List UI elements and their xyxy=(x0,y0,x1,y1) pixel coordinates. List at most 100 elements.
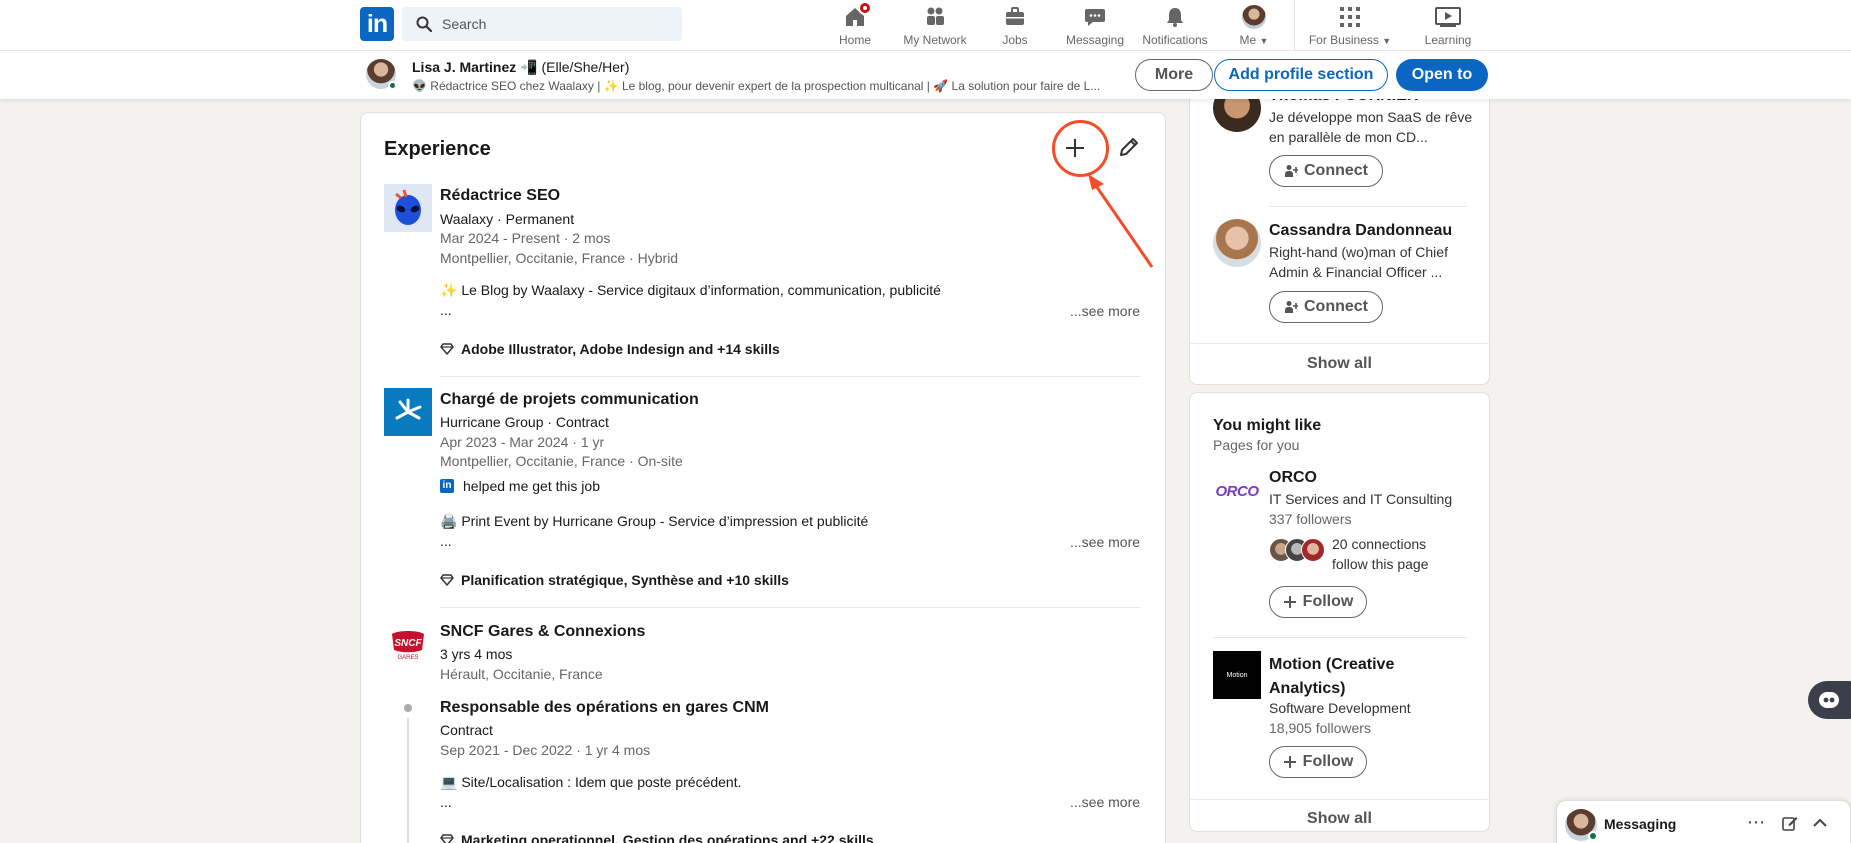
see-more-link[interactable]: ...see more xyxy=(1070,534,1140,550)
jobs-icon xyxy=(1002,4,1028,30)
company-title[interactable]: SNCF Gares & Connexions xyxy=(440,623,645,641)
learning-icon xyxy=(1435,4,1461,30)
diamond-icon xyxy=(440,343,454,355)
bot-icon xyxy=(1819,692,1839,708)
page-industry: IT Services and IT Consulting xyxy=(1269,491,1453,507)
me-avatar xyxy=(1241,4,1267,30)
follow-button[interactable]: Follow xyxy=(1269,586,1367,618)
edit-experience-button[interactable] xyxy=(1117,135,1143,161)
home-icon xyxy=(842,1,872,30)
nav-me-label: Me ▼ xyxy=(1239,33,1269,47)
job-dates: Apr 2023 - Mar 2024 · 1 yr xyxy=(440,434,605,450)
person-headline: Right-hand (wo)man of Chief Admin & Fina… xyxy=(1269,244,1448,280)
job-title[interactable]: Rédactrice SEO xyxy=(440,187,560,205)
connect-button[interactable]: Connect xyxy=(1269,291,1383,323)
separator xyxy=(1269,206,1467,207)
nav-messaging[interactable]: Messaging xyxy=(1063,4,1127,48)
caret-down-icon: ▼ xyxy=(1259,36,1269,46)
nav-learning-label: Learning xyxy=(1424,33,1472,47)
job-description-ellipsis: ... xyxy=(440,533,452,549)
role-title[interactable]: Responsable des opérations en gares CNM xyxy=(440,699,769,717)
separator xyxy=(1189,799,1490,800)
follow-button[interactable]: Follow xyxy=(1269,746,1367,778)
compose-icon[interactable] xyxy=(1781,814,1799,837)
top-nav: in Home My Network Jobs Messaging xyxy=(0,0,1851,51)
annotation-arrow-icon xyxy=(1088,174,1154,268)
bell-icon xyxy=(1162,4,1188,30)
more-button[interactable]: More xyxy=(1135,59,1213,91)
timeline-dot xyxy=(404,704,412,712)
page-industry: Software Development xyxy=(1269,700,1411,716)
diamond-icon xyxy=(440,834,454,843)
person-avatar[interactable] xyxy=(1213,219,1261,267)
see-more-link[interactable]: ...see more xyxy=(1070,303,1140,319)
job-description: 🖨️ Print Event by Hurricane Group - Serv… xyxy=(440,513,869,529)
hurricane-group-logo[interactable] xyxy=(384,388,432,436)
connection-avatars xyxy=(1269,538,1329,562)
job-dates: Mar 2024 - Present · 2 mos xyxy=(440,230,611,246)
job-skills[interactable]: Planification stratégique, Synthèse and … xyxy=(440,572,789,588)
search-icon xyxy=(416,16,433,33)
separator xyxy=(440,607,1140,608)
open-to-button[interactable]: Open to xyxy=(1396,59,1488,91)
page-followers: 337 followers xyxy=(1269,511,1352,527)
more-options-icon[interactable]: ⋯ xyxy=(1747,812,1766,833)
page-name[interactable]: Motion (Creative Analytics) xyxy=(1269,653,1459,701)
add-profile-section-button[interactable]: Add profile section xyxy=(1214,59,1388,91)
svg-text:GARES: GARES xyxy=(397,655,418,661)
job-title[interactable]: Chargé de projets communication xyxy=(440,391,699,409)
sticky-profile-bar: Lisa J. Martinez 📲 (Elle/She/Her) 👽 Réda… xyxy=(0,51,1851,99)
person-name[interactable]: Cassandra Dandonneau xyxy=(1269,222,1452,240)
job-location: Montpellier, Occitanie, France · On-site xyxy=(440,453,683,469)
sncf-logo[interactable]: SNCF GARES xyxy=(384,620,432,668)
orco-logo[interactable]: ORCO xyxy=(1213,467,1261,515)
nav-jobs[interactable]: Jobs xyxy=(995,4,1035,48)
job-skills[interactable]: Adobe Illustrator, Adobe Indesign and +1… xyxy=(440,341,780,357)
nav-me[interactable]: Me ▼ xyxy=(1232,4,1276,48)
page-connections: 20 connections follow this page xyxy=(1332,536,1429,572)
online-indicator xyxy=(388,81,397,90)
grid-icon xyxy=(1337,4,1363,30)
search-input[interactable] xyxy=(442,16,662,32)
page-name[interactable]: ORCO xyxy=(1269,469,1317,487)
separator xyxy=(440,376,1140,377)
search-bar[interactable] xyxy=(402,7,682,41)
caret-down-icon: ▼ xyxy=(1382,36,1392,46)
nav-my-network[interactable]: My Network xyxy=(900,4,970,48)
messaging-icon xyxy=(1082,4,1108,30)
waalaxy-logo[interactable] xyxy=(384,184,432,232)
job-description-ellipsis: ... xyxy=(440,302,452,318)
role-description: 💻 Site/Localisation : Idem que poste pré… xyxy=(440,774,742,790)
pages-title: You might like xyxy=(1213,417,1322,434)
messaging-dock[interactable]: Messaging ⋯ xyxy=(1556,800,1851,843)
nav-for-business[interactable]: For Business ▼ xyxy=(1306,4,1394,48)
show-all-button[interactable]: Show all xyxy=(1189,810,1490,828)
nav-divider xyxy=(1294,0,1295,51)
motion-logo[interactable]: Motion xyxy=(1213,651,1261,699)
role-description-ellipsis: ... xyxy=(440,794,452,810)
online-indicator xyxy=(1588,831,1598,841)
connect-button[interactable]: Connect xyxy=(1269,155,1383,187)
pencil-icon xyxy=(1120,138,1138,156)
add-person-icon xyxy=(1285,165,1298,177)
role-type: Contract xyxy=(440,722,493,738)
show-all-button[interactable]: Show all xyxy=(1189,355,1490,373)
chevron-up-icon[interactable] xyxy=(1811,814,1829,837)
nav-for-business-label: For Business ▼ xyxy=(1308,33,1392,47)
chat-bot-widget[interactable] xyxy=(1808,681,1851,719)
timeline-line xyxy=(407,718,409,843)
role-skills[interactable]: Marketing operationnel, Gestion des opér… xyxy=(440,832,874,843)
nav-home[interactable]: Home xyxy=(835,1,875,48)
plus-icon xyxy=(1283,596,1296,608)
company-duration: 3 yrs 4 mos xyxy=(440,646,513,662)
plus-icon xyxy=(1283,756,1296,768)
nav-home-label: Home xyxy=(838,33,871,47)
linkedin-logo[interactable]: in xyxy=(360,7,394,41)
job-company: Hurricane Group · Contract xyxy=(440,414,609,430)
separator xyxy=(1189,343,1490,344)
svg-text:SNCF: SNCF xyxy=(394,638,422,649)
nav-learning[interactable]: Learning xyxy=(1420,4,1476,48)
see-more-link[interactable]: ...see more xyxy=(1070,794,1140,810)
job-description: ✨ Le Blog by Waalaxy - Service digitaux … xyxy=(440,282,941,298)
nav-notifications[interactable]: Notifications xyxy=(1137,4,1213,48)
